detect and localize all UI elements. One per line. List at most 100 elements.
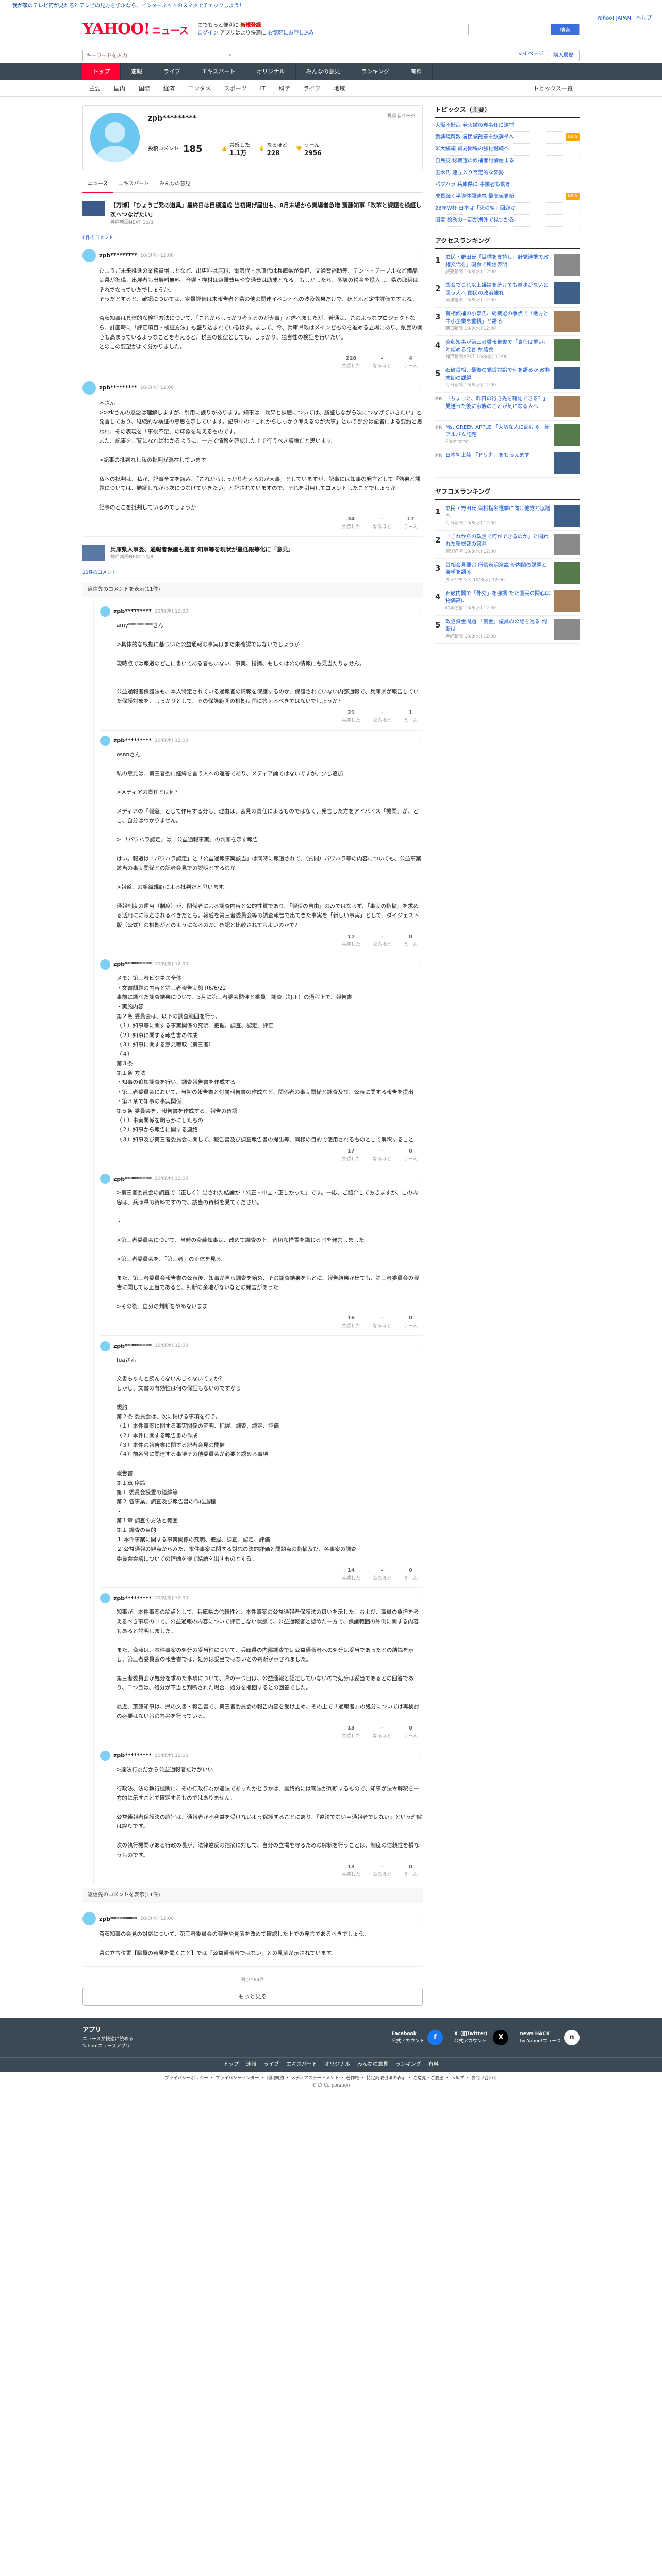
more-icon[interactable]: ⋮ <box>417 1751 423 1760</box>
rank-title[interactable]: 立民・野田氏 首相指名選挙に向け他党と協議へ 毎日新聞 10/8(水) 12:00 <box>445 505 551 527</box>
ranking-item[interactable]: 4 石破内閣で「外交」を強調 ただ国民の関心は物価高に 時事通信 10/8(水) 1… <box>435 587 580 616</box>
article-card[interactable]: 【万博】「ひょうご発の道具」最終日は目標達成 当初掲げ届出も、8月末場から実場者… <box>82 196 423 232</box>
ranking-item[interactable]: 5 石破首相、最後の党首討論で何を語るか 政権末期の課題 毎日新聞 10/8(水) … <box>435 364 580 393</box>
topic-title[interactable]: 衆議院解散 自民党改革を総選挙へ <box>435 133 514 142</box>
topic-title[interactable]: 国宝 絵巻の一部が海外で見つかる <box>435 216 514 225</box>
register-link[interactable]: 新規登録 <box>240 23 261 28</box>
cat-sports[interactable]: スポーツ <box>218 84 254 93</box>
topic-item[interactable]: パワハラ 兵庫県に 事業者も動き <box>435 179 580 192</box>
rank-title[interactable]: 首相候補の小泉氏、総裁選の争点で「地方と中小企業を重視」と語る 朝日新聞 10/8… <box>445 311 551 332</box>
show-parent-comments[interactable]: 返信先のコメントを表示(11件) <box>82 1888 423 1903</box>
web-search-input[interactable] <box>469 24 551 35</box>
topic-item[interactable]: 米大統領 貿易関税の強化継続へ <box>435 144 580 156</box>
gnav-top[interactable]: トップ <box>82 63 121 80</box>
footer-nav-item[interactable]: 有料 <box>428 2061 439 2069</box>
footer-nav-item[interactable]: ライブ <box>263 2061 279 2069</box>
footer-nav-item[interactable]: エキスパート <box>286 2061 317 2069</box>
tab-news[interactable]: ニュース <box>82 177 113 193</box>
topic-item[interactable]: 玉木氏 連立入り否定的な姿勢 <box>435 167 580 180</box>
show-parent-comments[interactable]: 返信先のコメントを表示(11件) <box>82 583 423 597</box>
topic-title[interactable]: 26年W杯 日本は「死の組」回避か <box>435 205 516 213</box>
topic-item[interactable]: 成長続く半導体関連株 最高値更新 NEW <box>435 191 580 204</box>
ranking-item[interactable]: 5 政治資金問題 「裏金」議員の公認を巡る 判断は 産経新聞 10/8(水) 12:… <box>435 616 580 644</box>
rank-title[interactable]: 政治資金問題 「裏金」議員の公認を巡る 判断は 産経新聞 10/8(水) 12:0… <box>445 619 551 640</box>
topics-list-link[interactable]: トピックス一覧 <box>526 84 580 93</box>
yahoo-news-logo[interactable]: YAHOO! ニュース <box>82 22 189 37</box>
more-icon[interactable]: ⋮ <box>417 1914 423 1924</box>
topic-title[interactable]: 大阪不妊症 着火撤の理事任に逮捕 <box>435 122 514 130</box>
more-icon[interactable]: ⋮ <box>417 1594 423 1603</box>
more-icon[interactable]: ⋮ <box>417 251 423 260</box>
cat-entertainment[interactable]: エンタメ <box>181 84 218 93</box>
login-link[interactable]: ログイン <box>197 30 218 36</box>
topic-item[interactable]: 衆議院解散 自民党改革を総選挙へ NEW <box>435 132 580 144</box>
rank-title[interactable]: 首相会見要旨 所信表明演説 新内閣の課題と展望を語る ダイヤモンド 10/8(水)… <box>445 562 551 584</box>
topic-item[interactable]: 国宝 絵巻の一部が海外で見つかる <box>435 215 580 227</box>
gnav-original[interactable]: オリジナル <box>246 63 296 80</box>
rank-title[interactable]: 立民・野田氏「目標を支持し、野党連携で政権交代を」国会で所信表明 読売新聞 10/… <box>445 254 551 276</box>
topic-title[interactable]: 自民党 総裁選の候補者討論始まる <box>435 157 514 165</box>
comments-link[interactable]: 22件のコメント <box>82 567 423 579</box>
more-icon[interactable]: ⋮ <box>417 607 423 616</box>
web-search-button[interactable]: 検索 <box>551 24 579 35</box>
topic-item[interactable]: 26年W杯 日本は「死の組」回避か <box>435 203 580 215</box>
help-link[interactable]: ヘルプ <box>636 14 652 23</box>
pr-item[interactable]: PR Ms. GREEN APPLE 「大切な人に届ける」新アルバム発売 Spons… <box>435 421 580 450</box>
gnav-opinion[interactable]: みんなの意見 <box>296 63 351 80</box>
comments-link[interactable]: 0件のコメント <box>82 232 423 244</box>
purchase-history-link[interactable]: 購入履歴 <box>548 50 580 61</box>
gnav-ranking[interactable]: ランキング <box>351 63 401 80</box>
topic-title[interactable]: パワハラ 兵庫県に 事業者も動き <box>435 181 510 189</box>
promo-link[interactable]: インターネットのスマホでチェックしよう！ <box>141 3 244 9</box>
gnav-expert[interactable]: エキスパート <box>191 63 246 80</box>
footer-nav-item[interactable]: みんなの意見 <box>357 2061 388 2069</box>
cat-science[interactable]: 科学 <box>272 84 296 93</box>
ranking-item[interactable]: 2 「これからの政治で何ができるのか」と問われた新総裁の答弁 東洋経済 10/8(水… <box>435 531 580 559</box>
footer-nav-item[interactable]: オリジナル <box>324 2061 350 2069</box>
mypage-link[interactable]: マイページ <box>518 50 543 61</box>
footer-nav-item[interactable]: 速報 <box>246 2061 256 2069</box>
footer-nav-item[interactable]: ランキング <box>395 2061 421 2069</box>
x-link[interactable]: X（旧Twitter） 公式アカウント X <box>454 2030 509 2046</box>
more-icon[interactable]: ⋮ <box>417 383 423 393</box>
gnav-live[interactable]: ライブ <box>153 63 191 80</box>
gnav-paid[interactable]: 有料 <box>400 63 433 80</box>
footer-links[interactable]: プライバシーポリシー ・ プライバシーセンター ・ 利用規約 ・ メディアステー… <box>0 2075 662 2082</box>
tab-opinion[interactable]: みんなの意見 <box>154 177 195 192</box>
rank-title[interactable]: 「これからの政治で何ができるのか」と問われた新総裁の答弁 東洋経済 10/8(水)… <box>445 534 551 555</box>
ranking-item[interactable]: 2 国会でこれ以上議論を続けても意味がないと思う人へ 国民の政治離れ 東洋経済 10… <box>435 279 580 308</box>
article-title[interactable]: 【万博】「ひょうご発の道具」最終日は目標達成 当初掲げ届出も、8月末場から実場者… <box>110 201 423 219</box>
news-search-input[interactable] <box>83 50 224 61</box>
facebook-link[interactable]: Facebook 公式アカウント f <box>392 2030 443 2046</box>
profile-note[interactable]: 投稿者ページ <box>387 113 415 124</box>
rank-title[interactable]: 石破首相、最後の党首討論で何を語るか 政権末期の課題 毎日新聞 10/8(水) 1… <box>445 367 551 389</box>
cat-world[interactable]: 国際 <box>132 84 157 93</box>
footer-nav-item[interactable]: トップ <box>223 2061 239 2069</box>
news-hack-link[interactable]: news HACK by Yahoo!ニュース n <box>520 2030 580 2046</box>
topic-item[interactable]: 大阪不妊症 着火撤の理事任に逮捕 <box>435 120 580 132</box>
more-icon[interactable]: ⋮ <box>417 1175 423 1184</box>
more-icon[interactable]: ⋮ <box>417 1342 423 1351</box>
show-more-button[interactable]: もっと見る <box>82 1987 423 2006</box>
cat-local[interactable]: 地域 <box>327 84 352 93</box>
ranking-item[interactable]: 3 首相会見要旨 所信表明演説 新内閣の課題と展望を語る ダイヤモンド 10/8(水… <box>435 559 580 587</box>
yahoo-japan-link[interactable]: Yahoo! JAPAN <box>597 14 631 23</box>
ranking-item[interactable]: 4 斎藤知事が第三者委報告書で「責任は重い」と認める発言 県議会 神戸新聞NEXT … <box>435 336 580 365</box>
more-icon[interactable]: ⋮ <box>417 960 423 969</box>
cat-economy[interactable]: 経済 <box>157 84 181 93</box>
ranking-item[interactable]: 3 首相候補の小泉氏、総裁選の争点で「地方と中小企業を重視」と語る 朝日新聞 10/… <box>435 308 580 336</box>
topic-title[interactable]: 米大統領 貿易関税の強化継続へ <box>435 145 509 154</box>
cat-main[interactable]: 主要 <box>82 84 107 93</box>
rank-title[interactable]: 国会でこれ以上議論を続けても意味がないと思う人へ 国民の政治離れ 東洋経済 10/… <box>445 282 551 304</box>
topic-title[interactable]: 玉木氏 連立入り否定的な姿勢 <box>435 169 504 177</box>
ranking-item[interactable]: 1 立民・野田氏 首相指名選挙に向け他党と協議へ 毎日新聞 10/8(水) 12:0… <box>435 502 580 531</box>
app-promo[interactable]: アプリ ニュースが快適に読める Yahoo!ニュースアプリ <box>82 2025 134 2050</box>
cat-it[interactable]: IT <box>253 84 272 93</box>
article-card[interactable]: 兵庫県人事委、通報者保護も提言 知事等を現状が最低限等化に「意見」 神戸新聞NEX… <box>82 540 423 567</box>
topic-item[interactable]: 自民党 総裁選の候補者討論始まる <box>435 156 580 168</box>
pr-item[interactable]: PR 日本初上陸 「ドリ丸」をもらえます <box>435 449 580 478</box>
tab-expert[interactable]: エキスパート <box>113 177 155 192</box>
search-icon[interactable]: ⌕ <box>224 50 237 61</box>
cat-domestic[interactable]: 国内 <box>107 84 132 93</box>
rank-title[interactable]: 石破内閣で「外交」を強調 ただ国民の関心は物価高に 時事通信 10/8(水) 12… <box>445 590 551 612</box>
